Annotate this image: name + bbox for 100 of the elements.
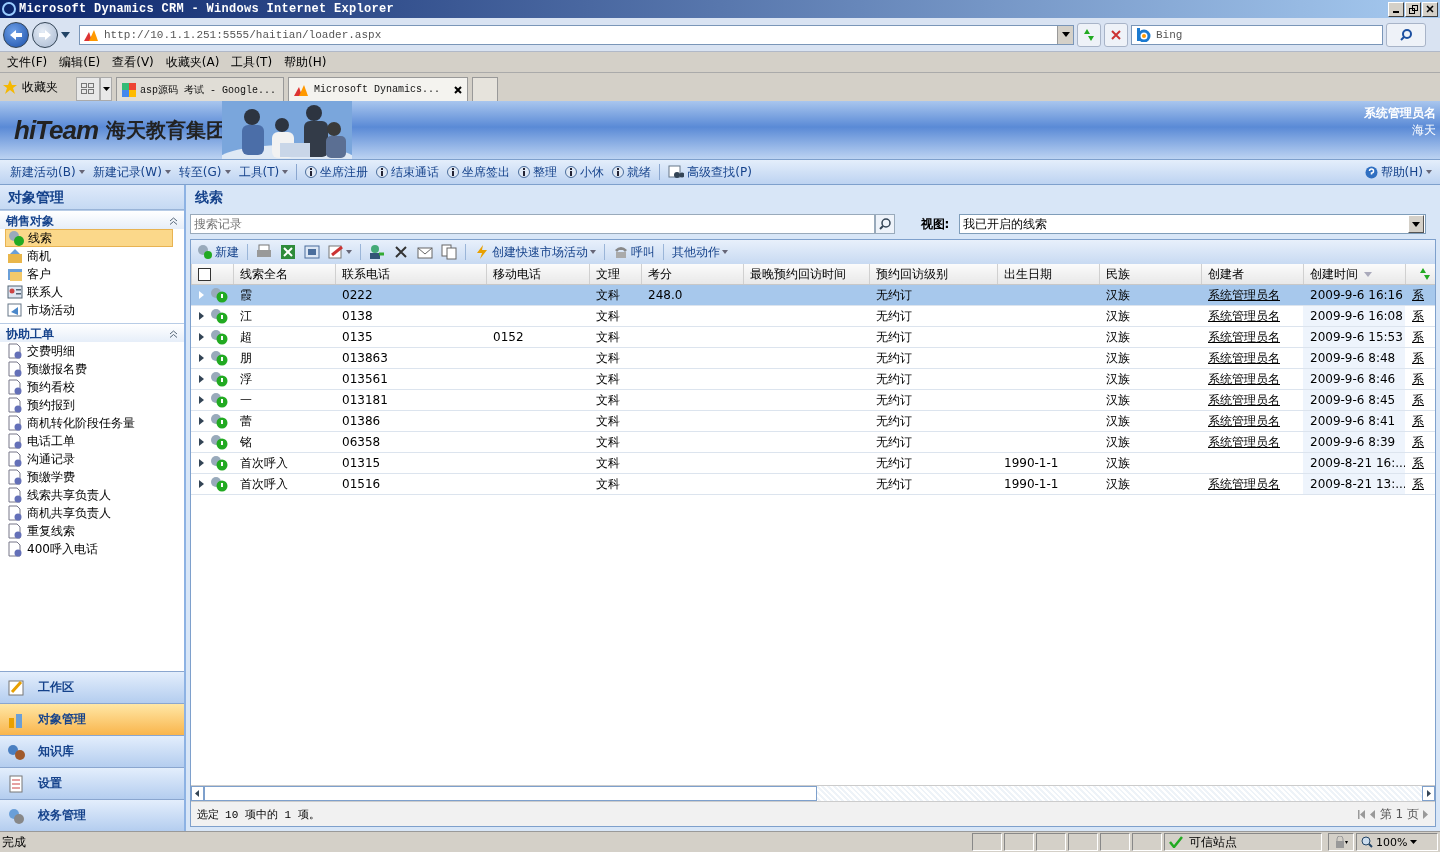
table-cell: 1990-1-1	[1004, 477, 1059, 491]
workspace-button[interactable]: 工作区	[0, 671, 184, 703]
column-header[interactable]: 民族	[1099, 264, 1201, 285]
table-row[interactable]: 朋 013863 文科 无约订 汉族 系统管理员名 2009-9-6 8:48 系	[191, 347, 1435, 369]
search-field[interactable]: 搜索记录	[189, 214, 875, 234]
table-row[interactable]: 一 013181 文科 无约订 汉族 系统管理员名 2009-9-6 8:45 系	[191, 389, 1435, 411]
creator-link[interactable]: 系	[1412, 350, 1424, 365]
creator-link[interactable]: 系统管理员名	[1208, 329, 1280, 344]
creator-link[interactable]: 系统管理员名	[1208, 308, 1280, 323]
toolbar-button[interactable]: 坐席签出	[443, 163, 515, 181]
table-row[interactable]: 首次呼入 01516 文科 无约订 1990-1-1 汉族 系统管理员名 2009-8-21 13:... 系	[191, 473, 1435, 495]
column-header[interactable]: 移动电话	[486, 264, 589, 285]
toolbar-button[interactable]: 转至(G)	[174, 163, 235, 181]
creator-link[interactable]: 系	[1412, 371, 1424, 386]
column-header[interactable]: 线索全名	[233, 264, 335, 285]
creator-link[interactable]: 系	[1412, 434, 1424, 449]
creator-link[interactable]: 系	[1412, 392, 1424, 407]
menu-item[interactable]: 帮助(H)	[280, 53, 331, 71]
browser-tab[interactable]: Microsoft Dynamics...	[288, 77, 468, 101]
sidebar-item[interactable]: 交费明细	[5, 342, 173, 360]
column-header[interactable]: 联系电话	[335, 264, 486, 285]
sidebar-item[interactable]: 商机共享负责人	[5, 504, 173, 522]
table-row[interactable]: 浮 013561 文科 无约订 汉族 系统管理员名 2009-9-6 8:46 系	[191, 368, 1435, 390]
table-cell: 铭	[240, 434, 252, 449]
menu-item[interactable]: 查看(V)	[108, 53, 158, 71]
column-header[interactable]: 考分	[641, 264, 743, 285]
column-header[interactable]: 出生日期	[997, 264, 1099, 285]
creator-link[interactable]: 系	[1412, 476, 1424, 491]
address-field[interactable]: http://10.1.1.251:5555/haitian/loader.aspx	[79, 24, 1074, 45]
search-field[interactable]: Bing	[1131, 24, 1383, 45]
creator-link[interactable]: 系统管理员名	[1208, 371, 1280, 386]
toolbar-button[interactable]: 结束通话	[372, 163, 444, 181]
sidebar-item[interactable]: 线索共享负责人	[5, 486, 173, 504]
menu-item[interactable]: 工具(T)	[227, 53, 277, 71]
creator-link[interactable]: 系	[1412, 308, 1424, 323]
browser-tab[interactable]: asp源码 考试 - Google...	[116, 77, 284, 101]
toolbar-button[interactable]: 整理	[514, 163, 562, 181]
column-header[interactable]: 最晚预约回访时间	[743, 264, 869, 285]
sidebar-item[interactable]: 客户	[5, 265, 173, 283]
toolbar-button[interactable]: 工具(T)	[234, 163, 293, 181]
creator-link[interactable]: 系统管理员名	[1208, 350, 1280, 365]
table-cell: 01315	[342, 456, 381, 470]
workspace-button[interactable]: 对象管理	[0, 703, 184, 735]
creator-link[interactable]: 系统管理员名	[1208, 476, 1280, 491]
sidebar-item[interactable]: 400呼入电话	[5, 540, 173, 558]
workspace-button[interactable]: 知识库	[0, 735, 184, 767]
table-row[interactable]: 首次呼入 01315 文科 无约订 1990-1-1 汉族 2009-8-21 16:... 系	[191, 452, 1435, 474]
zoom-button[interactable]: 100%	[1356, 833, 1438, 851]
creator-link[interactable]: 系	[1412, 329, 1424, 344]
sidebar-item[interactable]: 联系人	[5, 283, 173, 301]
sidebar-item[interactable]: 电话工单	[5, 432, 173, 450]
sidebar-item[interactable]: 线索	[5, 229, 173, 247]
toolbar-button[interactable]: 新建	[193, 243, 242, 261]
creator-link[interactable]: 系统管理员名	[1208, 434, 1280, 449]
table-cell: 文科	[596, 455, 620, 470]
column-header[interactable]: 预约回访级别	[869, 264, 997, 285]
workspace-button[interactable]: 校务管理	[0, 799, 184, 831]
sidebar-item[interactable]: 预缴学费	[5, 468, 173, 486]
column-header[interactable]: 创建时间	[1303, 264, 1405, 285]
toolbar-button[interactable]: 新建记录(W)	[88, 163, 175, 181]
table-cell: 文科	[596, 434, 620, 449]
table-row[interactable]: 蕾 01386 文科 无约订 汉族 系统管理员名 2009-9-6 8:41 系	[191, 410, 1435, 432]
table-row[interactable]: 铭 06358 文科 无约订 汉族 系统管理员名 2009-9-6 8:39 系	[191, 431, 1435, 453]
toolbar-button[interactable]: 其他动作	[668, 243, 731, 261]
table-cell: 013181	[342, 393, 388, 407]
column-header[interactable]: 文理	[589, 264, 641, 285]
view-dropdown[interactable]: 我已开启的线索	[959, 214, 1427, 234]
menu-item[interactable]: 编辑(E)	[55, 53, 105, 71]
section-header[interactable]: 销售对象	[0, 210, 184, 229]
menu-item[interactable]: 文件(F)	[3, 53, 52, 71]
table-cell: 文科	[596, 329, 620, 344]
sidebar-item[interactable]: 重复线索	[5, 522, 173, 540]
creator-link[interactable]: 系统管理员名	[1208, 413, 1280, 428]
creator-link[interactable]: 系	[1412, 413, 1424, 428]
help-button[interactable]: 帮助(H)	[1360, 163, 1440, 181]
table-cell: 汉族	[1106, 350, 1130, 365]
sidebar-item[interactable]: 预约看校	[5, 378, 173, 396]
toolbar-button[interactable]: 小休	[561, 163, 609, 181]
table-row[interactable]: 霞 0222 文科 248.0 无约订 汉族 系统管理员名 2009-9-6 16:16 系	[191, 284, 1435, 306]
creator-link[interactable]: 系	[1412, 455, 1424, 470]
section-header[interactable]: 协助工单	[0, 323, 184, 342]
sidebar-item[interactable]: 市场活动	[5, 301, 173, 319]
sidebar-item[interactable]: 商机	[5, 247, 173, 265]
toolbar-button[interactable]: 呼叫	[609, 243, 658, 261]
sidebar-item[interactable]: 预约报到	[5, 396, 173, 414]
toolbar-button[interactable]: 新建活动(B)	[6, 163, 89, 181]
creator-link[interactable]: 系统管理员名	[1208, 392, 1280, 407]
table-row[interactable]: 江 0138 文科 无约订 汉族 系统管理员名 2009-9-6 16:08 系	[191, 305, 1435, 327]
sidebar-item[interactable]: 预缴报名费	[5, 360, 173, 378]
workspace-button[interactable]: 设置	[0, 767, 184, 799]
toolbar-button[interactable]: 创建快速市场活动	[470, 243, 599, 261]
toolbar-button[interactable]: 高级查找(P)	[664, 163, 756, 181]
sidebar-item[interactable]: 商机转化阶段任务量	[5, 414, 173, 432]
menu-item[interactable]: 收藏夹(A)	[161, 53, 224, 71]
toolbar-button[interactable]: 就绪	[608, 163, 656, 181]
favorites-button[interactable]: 收藏夹	[3, 75, 72, 99]
table-row[interactable]: 超 0135 0152 文科 无约订 汉族 系统管理员名 2009-9-6 15:53 系	[191, 326, 1435, 348]
toolbar-button[interactable]: 坐席注册	[301, 163, 373, 181]
sidebar-item[interactable]: 沟通记录	[5, 450, 173, 468]
column-header[interactable]: 创建者	[1201, 264, 1303, 285]
